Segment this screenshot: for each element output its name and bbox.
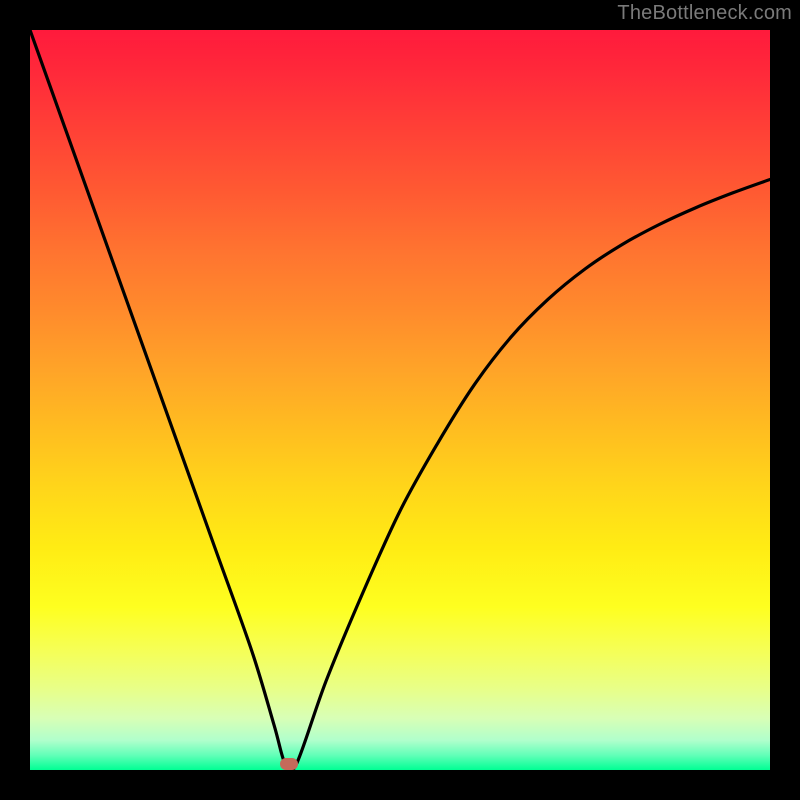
bottleneck-curve xyxy=(30,30,770,770)
optimum-marker xyxy=(280,758,298,770)
watermark-text: TheBottleneck.com xyxy=(617,2,792,25)
chart-frame: TheBottleneck.com xyxy=(0,0,800,800)
chart-plot-area xyxy=(30,30,770,770)
chart-curve-svg xyxy=(30,30,770,770)
